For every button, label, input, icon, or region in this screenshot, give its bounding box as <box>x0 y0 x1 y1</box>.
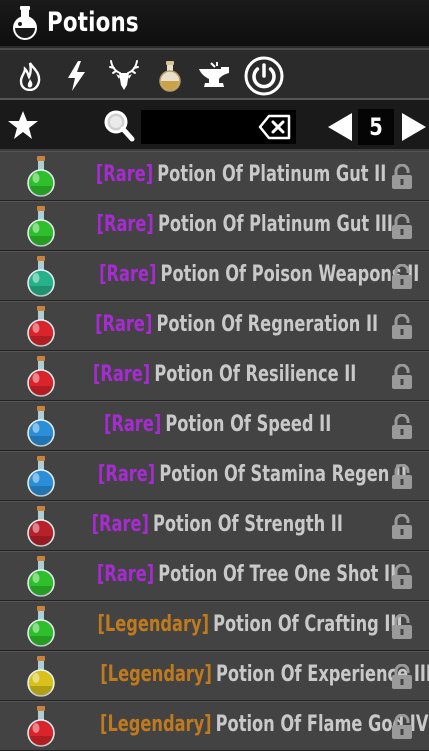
title-bar: Potions <box>0 0 429 48</box>
item-name: [Rare] Potion Of Platinum Gut II <box>64 152 386 201</box>
potion-icon <box>27 206 55 247</box>
category-lightning[interactable] <box>58 58 94 94</box>
potions-panel: Potions 5 [Rare] Potion Of Platinum Gut … <box>0 0 429 751</box>
list-item[interactable]: [Rare] Potion Of Speed II <box>0 401 429 451</box>
page-number: 5 <box>358 109 394 145</box>
rarity-tag: [Rare] <box>96 212 154 237</box>
list-item[interactable]: [Rare] Potion Of Platinum Gut II <box>0 151 429 201</box>
potion-icon <box>27 706 55 747</box>
potion-name: Potion Of Crafting III <box>213 612 403 637</box>
category-crafting[interactable] <box>196 58 232 94</box>
potion-icon <box>27 456 55 497</box>
rarity-tag: [Rare] <box>97 462 156 487</box>
power-icon <box>244 56 284 96</box>
potion-name: Potion Of Poison Weapons II <box>160 262 420 287</box>
lightning-icon <box>68 61 85 91</box>
category-potions[interactable] <box>152 58 188 94</box>
potion-name: Potion Of Tree One Shot II <box>158 562 397 587</box>
lock-icon <box>392 164 412 189</box>
search-icon <box>104 110 135 142</box>
rarity-tag: [Legendary] <box>100 712 212 737</box>
item-name: [Rare] Potion Of Stamina Regen II <box>64 452 407 501</box>
clear-search-icon[interactable] <box>258 114 292 140</box>
category-fire[interactable] <box>12 58 48 94</box>
potion-icon <box>27 556 55 597</box>
potion-icon <box>27 406 55 447</box>
list-item[interactable]: [Rare] Potion Of Regneration II <box>0 301 429 351</box>
lock-icon <box>392 214 412 239</box>
potion-icon <box>27 356 55 397</box>
potion-flask-icon <box>13 6 37 40</box>
potion-icon <box>27 606 55 647</box>
lock-icon <box>392 664 412 689</box>
lock-icon <box>392 514 412 539</box>
category-power[interactable] <box>244 56 284 96</box>
item-name: [Rare] Potion Of Tree One Shot II <box>64 552 396 601</box>
category-bar <box>0 48 429 100</box>
item-name: [Rare] Potion Of Resilience II <box>64 352 371 401</box>
potion-name: Potion Of Resilience II <box>154 362 357 387</box>
fire-icon <box>19 62 41 91</box>
item-name: [Rare] Potion Of Regneration II <box>64 302 378 351</box>
rarity-tag: [Rare] <box>92 362 151 387</box>
potion-icon <box>27 306 55 347</box>
lock-icon <box>392 364 412 389</box>
potion-flask-icon <box>159 61 181 92</box>
lock-icon <box>392 264 412 289</box>
search-toolbar: 5 <box>0 101 429 151</box>
item-name: [Legendary] Potion Of Flame God IV <box>64 702 428 751</box>
potion-name: Potion Of Platinum Gut II <box>157 162 387 187</box>
window-title: Potions <box>47 7 139 38</box>
lock-icon <box>392 314 412 339</box>
page-next-icon[interactable] <box>399 111 429 143</box>
potion-list: [Rare] Potion Of Platinum Gut II [Rare] Pot… <box>0 151 429 751</box>
item-name: [Rare] Potion Of Platinum Gut III <box>64 202 393 251</box>
potion-name: Potion Of Regneration II <box>156 312 379 337</box>
rarity-tag: [Rare] <box>96 562 155 587</box>
rarity-tag: [Rare] <box>99 262 157 287</box>
lock-icon <box>392 614 412 639</box>
rarity-tag: [Rare] <box>95 162 154 187</box>
potion-name: Potion Of Speed II <box>165 412 332 437</box>
list-item[interactable]: [Legendary] Potion Of Crafting III <box>0 601 429 651</box>
list-item[interactable]: [Rare] Potion Of Poison Weapons II <box>0 251 429 301</box>
item-name: [Legendary] Potion Of Crafting III <box>64 602 402 651</box>
rarity-tag: [Legendary] <box>97 612 210 637</box>
list-item[interactable]: [Rare] Potion Of Tree One Shot II <box>0 551 429 601</box>
item-name: [Rare] Potion Of Strength II <box>64 502 371 551</box>
lock-icon <box>392 714 412 739</box>
list-item[interactable]: [Legendary] Potion Of Experience III <box>0 651 429 701</box>
list-item[interactable]: [Rare] Potion Of Strength II <box>0 501 429 551</box>
potion-icon <box>27 256 55 297</box>
potion-name: Potion Of Platinum Gut III <box>157 212 393 237</box>
rarity-tag: [Rare] <box>91 512 150 537</box>
potion-icon <box>27 156 55 197</box>
lock-icon <box>392 564 412 589</box>
anvil-icon <box>199 62 229 87</box>
antlers-icon <box>109 60 139 90</box>
list-item[interactable]: [Rare] Potion Of Stamina Regen II <box>0 451 429 501</box>
page-prev-icon[interactable] <box>325 111 355 143</box>
list-item[interactable]: [Rare] Potion Of Platinum Gut III <box>0 201 429 251</box>
rarity-tag: [Rare] <box>95 312 153 337</box>
potion-name: Potion Of Strength II <box>153 512 344 537</box>
potion-icon <box>27 656 55 697</box>
lock-icon <box>392 464 412 489</box>
list-item[interactable]: [Rare] Potion Of Resilience II <box>0 351 429 401</box>
item-name: [Rare] Potion Of Speed II <box>64 402 371 451</box>
star-icon[interactable] <box>7 109 39 141</box>
category-hunting[interactable] <box>106 58 142 94</box>
potion-icon <box>27 506 55 547</box>
lock-icon <box>392 414 412 439</box>
rarity-tag: [Legendary] <box>100 662 212 687</box>
rarity-tag: [Rare] <box>103 412 162 437</box>
item-name: [Rare] Potion Of Poison Weapons II <box>64 252 419 301</box>
potion-name: Potion Of Stamina Regen II <box>159 462 407 487</box>
list-item[interactable]: [Legendary] Potion Of Flame God IV <box>0 701 429 751</box>
item-name: [Legendary] Potion Of Experience III <box>64 652 429 701</box>
